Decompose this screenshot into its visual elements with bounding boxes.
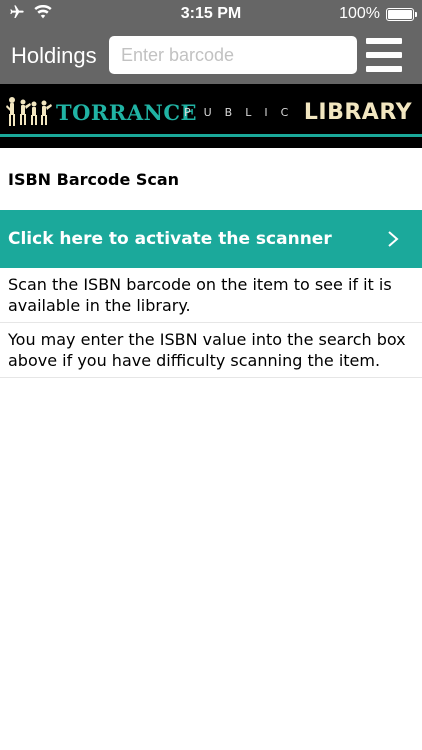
nav-bar: Holdings	[0, 28, 422, 84]
activate-scanner-button[interactable]: Click here to activate the scanner	[0, 210, 422, 268]
menu-bar-bottom	[366, 66, 402, 72]
section-title: ISBN Barcode Scan	[8, 170, 180, 189]
menu-bar-top	[366, 38, 402, 44]
banner-public-text: PUBLIC	[184, 106, 302, 119]
app-screen: 3:15 PM 100% Holdings Enter barcode TORR…	[0, 0, 422, 750]
battery-fill	[388, 9, 412, 19]
main-content: ISBN Barcode Scan Click here to activate…	[0, 148, 422, 378]
nav-title: Holdings	[11, 43, 97, 68]
battery-icon	[386, 7, 417, 21]
info-item-scan-instructions: Scan the ISBN barcode on the item to see…	[0, 268, 422, 323]
banner-library-text: LIBRARY	[303, 100, 412, 125]
status-bar: 3:15 PM 100%	[0, 0, 422, 28]
info-item-manual-entry: You may enter the ISBN value into the se…	[0, 323, 422, 378]
hamburger-menu-icon[interactable]	[366, 38, 402, 72]
banner-accent-line	[0, 134, 422, 137]
barcode-search-input[interactable]	[109, 36, 357, 74]
activate-scanner-label: Click here to activate the scanner	[8, 229, 332, 249]
library-logo-icon	[6, 97, 52, 126]
battery-percent: 100%	[339, 5, 380, 22]
menu-bar-middle	[366, 52, 402, 58]
chevron-right-icon	[388, 231, 399, 247]
status-right: 100%	[339, 5, 417, 23]
banner-torrance-text: TORRANCE	[56, 100, 198, 125]
library-banner: TORRANCE PUBLIC LIBRARY	[0, 84, 422, 148]
